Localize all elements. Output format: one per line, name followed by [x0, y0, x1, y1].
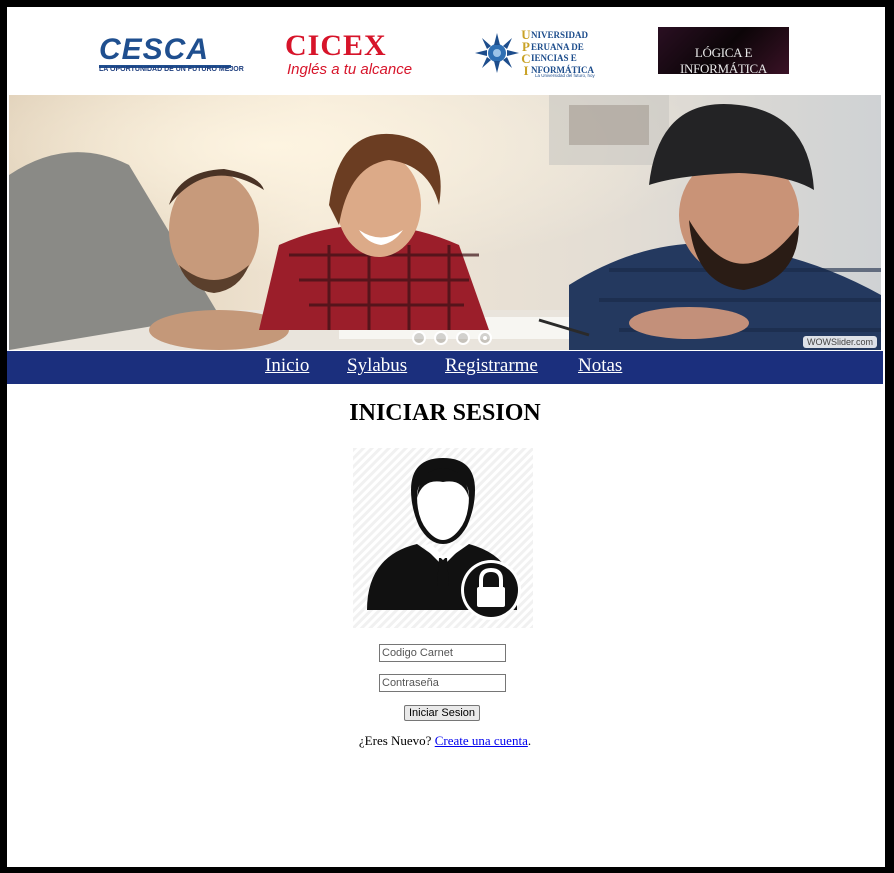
slider-dot-4[interactable] [478, 331, 492, 345]
upci-line: ERUANA DE [531, 41, 584, 52]
upci-letter-i: I [523, 63, 529, 78]
user-lock-icon [353, 448, 533, 628]
carnet-input[interactable] [379, 644, 506, 662]
upci-logo-letters: U P C I [521, 28, 531, 78]
page-title: INICIAR SESION [349, 400, 541, 426]
password-input[interactable] [379, 674, 506, 692]
partner-logos: CESCA LA OPORTUNIDAD DE UN FUTURO MEJOR … [7, 7, 885, 95]
globe-icon [475, 33, 519, 73]
upci-line: IENCIAS E [531, 53, 577, 63]
signup-link[interactable]: Create una cuenta [435, 733, 528, 748]
logica-logo: LÓGICA E INFORMÁTICA [658, 27, 789, 76]
cicex-logo: CICEX Inglés a tu alcance [285, 29, 425, 79]
logica-logo-text: LÓGICA E INFORMÁTICA [680, 45, 767, 76]
cicex-logo-tagline: Inglés a tu alcance [287, 61, 413, 78]
page: CESCA LA OPORTUNIDAD DE UN FUTURO MEJOR … [7, 7, 885, 867]
cesca-logo: CESCA LA OPORTUNIDAD DE UN FUTURO MEJOR [99, 35, 244, 77]
upci-logo: U P C I NIVERSIDAD ERUANA DE IENCIAS E N… [473, 27, 607, 79]
signup-prompt: ¿Eres Nuevo? Create una cuenta. [7, 733, 883, 749]
cicex-logo-wordmark: CICEX [285, 29, 387, 62]
slider-dot-2[interactable] [434, 331, 448, 345]
main-nav: Inicio Sylabus Registrarme Notas [7, 351, 883, 384]
upci-line: NIVERSIDAD [531, 30, 589, 40]
signup-question: ¿Eres Nuevo? [358, 733, 432, 748]
cesca-logo-tagline: LA OPORTUNIDAD DE UN FUTURO MEJOR [99, 66, 244, 73]
nav-sylabus[interactable]: Sylabus [347, 355, 407, 377]
login-button[interactable]: Iniciar Sesion [404, 705, 480, 721]
slider-watermark[interactable]: WOWSlider.com [802, 336, 877, 348]
slider-dot-1[interactable] [412, 331, 426, 345]
signup-period: . [527, 733, 532, 748]
students-photo [9, 95, 881, 350]
nav-notas[interactable]: Notas [578, 355, 622, 377]
upci-logo-name: NIVERSIDAD ERUANA DE IENCIAS E NFORMÁTIC… [531, 30, 594, 76]
upci-logo-tagline: La Universidad del futuro, hoy [535, 73, 595, 78]
image-slider: WOWSlider.com [9, 95, 881, 350]
nav-registrarme[interactable]: Registrarme [445, 355, 538, 377]
nav-inicio[interactable]: Inicio [265, 355, 309, 377]
slider-dot-3[interactable] [456, 331, 470, 345]
cesca-logo-wordmark: CESCA [99, 35, 231, 68]
